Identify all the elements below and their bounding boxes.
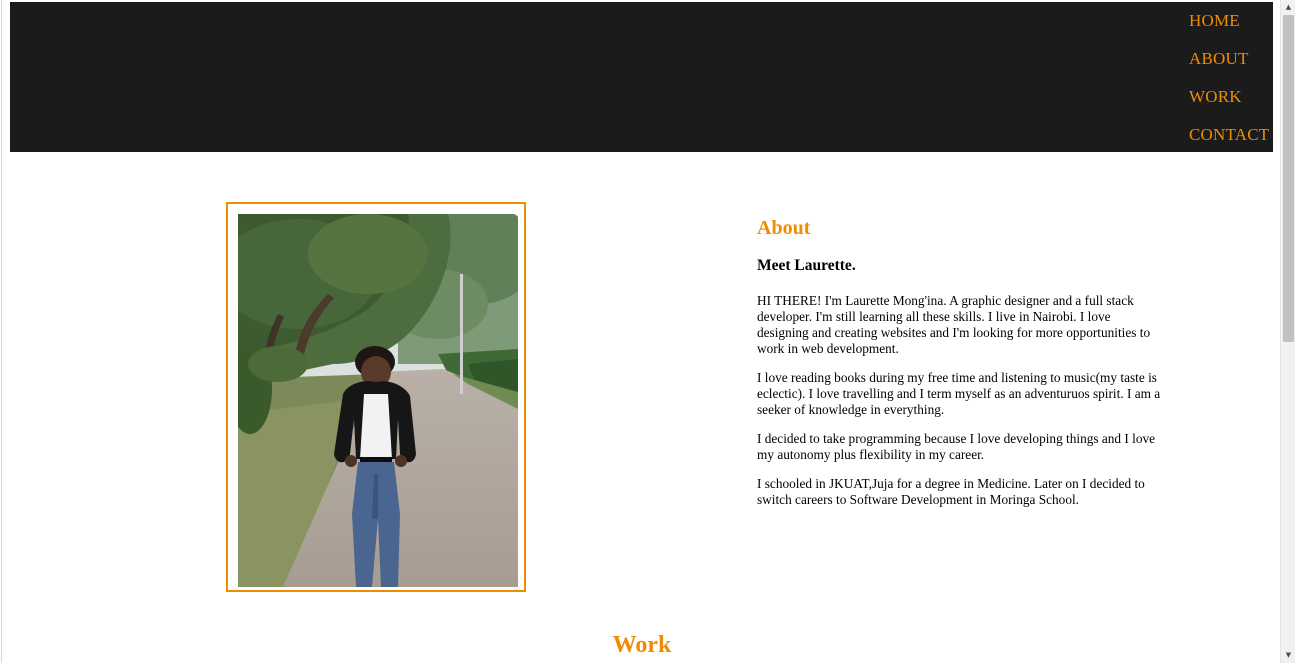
nav-item-contact: CONTACT: [1189, 124, 1269, 162]
about-paragraph: I love reading books during my free time…: [757, 370, 1161, 417]
main-nav: HOME ABOUT WORK CONTACT: [1189, 10, 1269, 162]
scroll-up-arrow-icon[interactable]: ▲: [1281, 0, 1295, 15]
nav-link-contact[interactable]: CONTACT: [1189, 125, 1269, 144]
nav-item-about: ABOUT: [1189, 48, 1269, 86]
nav-link-home[interactable]: HOME: [1189, 11, 1240, 30]
nav-item-home: HOME: [1189, 10, 1269, 48]
about-paragraph: I decided to take programming because I …: [757, 431, 1156, 462]
site-header: HOME ABOUT WORK CONTACT: [10, 2, 1273, 152]
about-paragraph: HI THERE! I'm Laurette Mong'ina. A graph…: [757, 293, 1151, 356]
nav-item-work: WORK: [1189, 86, 1269, 124]
work-heading: Work: [612, 632, 672, 658]
profile-photo: [238, 214, 518, 587]
about-heading: About: [757, 217, 811, 239]
vertical-scrollbar[interactable]: ▲ ▼: [1280, 0, 1295, 663]
profile-photo-frame: [226, 202, 526, 592]
page: HOME ABOUT WORK CONTACT About Meet Laure…: [1, 0, 1281, 663]
nav-link-about[interactable]: ABOUT: [1189, 49, 1249, 68]
about-section: About Meet Laurette. HI THERE! I'm Laure…: [757, 214, 1162, 508]
scrollbar-thumb[interactable]: [1283, 15, 1294, 342]
about-subheading: Meet Laurette.: [757, 257, 856, 274]
profile-photo-image: [238, 214, 518, 587]
scroll-down-arrow-icon[interactable]: ▼: [1281, 648, 1295, 663]
about-paragraph: I schooled in JKUAT,Juja for a degree in…: [757, 476, 1145, 507]
nav-link-work[interactable]: WORK: [1189, 87, 1242, 106]
